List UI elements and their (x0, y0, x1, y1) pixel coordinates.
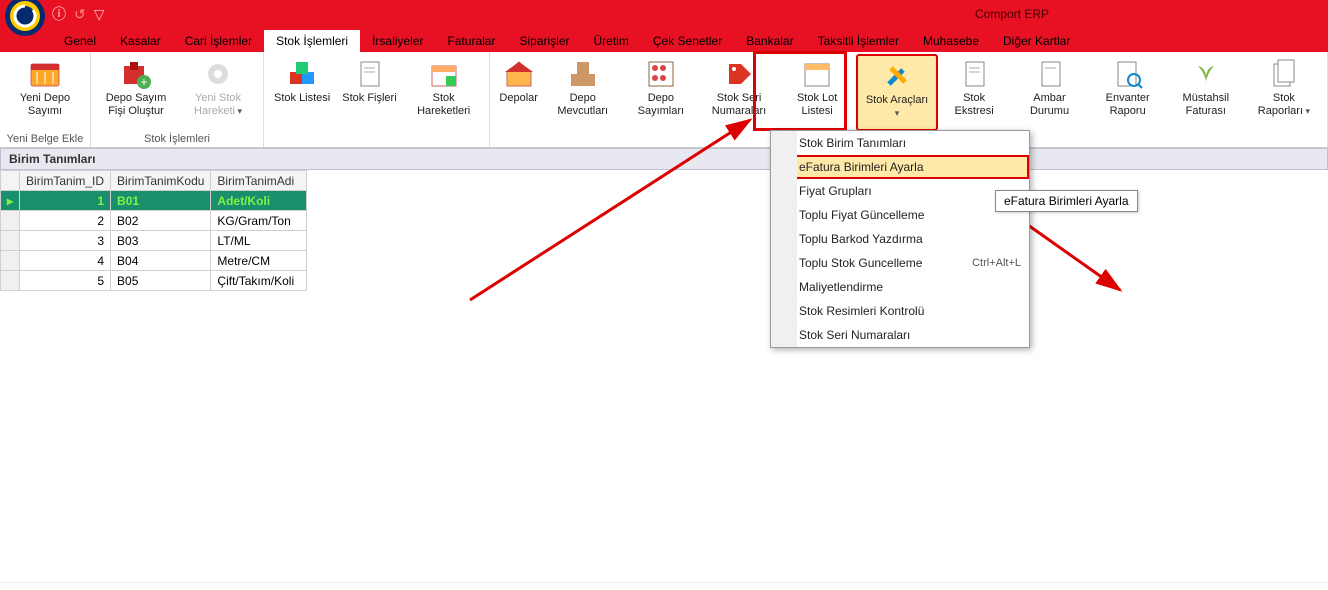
tab-faturalar[interactable]: Faturalar (435, 30, 507, 52)
tab-genel[interactable]: Genel (52, 30, 108, 52)
grid-col-kod[interactable]: BirimTanimKodu (111, 171, 211, 191)
shield-icon[interactable]: ▽ (94, 6, 105, 23)
table-row[interactable]: 5 B05 Çift/Takım/Koli (1, 271, 307, 291)
menu-stok-seri[interactable]: Stok Seri Numaraları (771, 323, 1029, 347)
stok-ekstresi-button[interactable]: Stok Ekstresi (938, 54, 1011, 131)
menu-maliyet[interactable]: Maliyetlendirme (771, 275, 1029, 299)
menu-toplu-fiyat[interactable]: Toplu Fiyat Güncelleme (771, 203, 1029, 227)
stok-hareketleri-button[interactable]: Stok Hareketleri (403, 54, 485, 143)
tab-siparisler[interactable]: Siparişler (507, 30, 581, 52)
menu-stok-resim[interactable]: Stok Resimleri Kontrolü (771, 299, 1029, 323)
stok-fisleri-button[interactable]: Stok Fişleri (336, 54, 402, 143)
tab-taksit[interactable]: Taksitli İşlemler (806, 30, 911, 52)
menu-toplu-barkod[interactable]: Toplu Barkod Yazdırma (771, 227, 1029, 251)
ribbon-group-lists: Stok Listesi Stok Fişleri Stok Hareketle… (264, 52, 490, 147)
calendar-icon (29, 58, 61, 90)
depolar-button[interactable]: Depolar (494, 54, 544, 131)
titlebar: ⓘ ↺ ▽ Comport ERP (0, 0, 1328, 28)
refresh-icon[interactable]: ↺ (74, 6, 86, 23)
app-logo[interactable] (3, 0, 47, 38)
doc-mag-icon (1112, 58, 1144, 90)
ribbon: Yeni Depo Sayımı Yeni Belge Ekle + Depo … (0, 52, 1328, 148)
house-icon (503, 58, 535, 90)
boxes-icon (567, 58, 599, 90)
calendar2-icon (801, 58, 833, 90)
tab-cek[interactable]: Çek Senetler (641, 30, 734, 52)
stok-araclari-button[interactable]: Stok Araçları (856, 54, 938, 131)
menu-stok-birim[interactable]: ⚖ Stok Birim Tanımları (771, 131, 1029, 155)
stok-araclari-dropdown: ⚖ Stok Birim Tanımları eFatura Birimleri… (770, 130, 1030, 348)
grid-indicator-header (1, 171, 20, 191)
table-row[interactable]: 2 B02 KG/Gram/Ton (1, 211, 307, 231)
cubes-icon (286, 58, 318, 90)
mustahsil-button[interactable]: Müstahsil Faturası (1167, 54, 1245, 131)
doc3-icon (1034, 58, 1066, 90)
stok-seri-button[interactable]: Stok Seri Numaraları (700, 54, 778, 131)
stok-listesi-button[interactable]: Stok Listesi (268, 54, 336, 143)
tab-muhasebe[interactable]: Muhasebe (911, 30, 991, 52)
grid-col-adi[interactable]: BirimTanimAdi (211, 171, 307, 191)
tab-cari[interactable]: Cari İşlemler (173, 30, 264, 52)
yeni-depo-sayimi-button[interactable]: Yeni Depo Sayımı (4, 54, 86, 131)
stok-raporlari-button[interactable]: Stok Raporları (1245, 54, 1323, 131)
ribbon-tabs: Genel Kasalar Cari İşlemler Stok İşlemle… (0, 28, 1328, 52)
docs-icon (1268, 58, 1300, 90)
info-icon[interactable]: ⓘ (52, 4, 66, 24)
doc2-icon (958, 58, 990, 90)
ribbon-group-yenibelge: Yeni Depo Sayımı Yeni Belge Ekle (0, 52, 91, 147)
calendar-clip-icon (428, 58, 460, 90)
grid-col-id[interactable]: BirimTanim_ID (20, 171, 111, 191)
statusbar (0, 582, 1328, 590)
table-row[interactable]: 4 B04 Metre/CM (1, 251, 307, 271)
svg-text:+: + (140, 75, 147, 89)
depo-sayimlari-button[interactable]: Depo Sayımları (622, 54, 700, 131)
menu-fiyat-gruplari[interactable]: Fiyat Grupları (771, 179, 1029, 203)
stok-lot-button[interactable]: Stok Lot Listesi (778, 54, 856, 131)
plant-icon (1190, 58, 1222, 90)
gear-icon (202, 58, 234, 90)
tools-icon (881, 60, 913, 92)
menu-efatura-birimleri[interactable]: eFatura Birimleri Ayarla (771, 155, 1029, 179)
tab-kasalar[interactable]: Kasalar (108, 30, 173, 52)
menu-toplu-stok[interactable]: Toplu Stok Guncelleme Ctrl+Alt+L (771, 251, 1029, 275)
tab-diger[interactable]: Diğer Kartlar (991, 30, 1082, 52)
yeni-stok-hareketi-button[interactable]: Yeni Stok Hareketi (177, 54, 259, 131)
table-row[interactable]: 3 B03 LT/ML (1, 231, 307, 251)
ribbon-group-stokislem: + Depo Sayım Fişi Oluştur Yeni Stok Hare… (91, 52, 264, 147)
abacus-icon (645, 58, 677, 90)
ambar-durumu-button[interactable]: Ambar Durumu (1010, 54, 1088, 131)
tab-uretim[interactable]: Üretim (582, 30, 641, 52)
row-marker: ▸ (1, 191, 20, 211)
depo-mevcutlari-button[interactable]: Depo Mevcutları (544, 54, 622, 131)
tags-icon (723, 58, 755, 90)
tooltip: eFatura Birimleri Ayarla (995, 190, 1138, 212)
box-plus-icon: + (120, 58, 152, 90)
tab-bankalar[interactable]: Bankalar (734, 30, 805, 52)
app-title: Comport ERP (975, 7, 1049, 21)
tab-irsaliyeler[interactable]: İrsaliyeler (360, 30, 435, 52)
data-grid[interactable]: BirimTanim_ID BirimTanimKodu BirimTanimA… (0, 170, 307, 291)
table-row[interactable]: ▸ 1 B01 Adet/Koli (1, 191, 307, 211)
envanter-raporu-button[interactable]: Envanter Raporu (1089, 54, 1167, 131)
doc-icon (353, 58, 385, 90)
depo-sayim-fisi-button[interactable]: + Depo Sayım Fişi Oluştur (95, 54, 177, 131)
content-title: Birim Tanımları (0, 148, 1328, 170)
tab-stok[interactable]: Stok İşlemleri (264, 30, 360, 52)
